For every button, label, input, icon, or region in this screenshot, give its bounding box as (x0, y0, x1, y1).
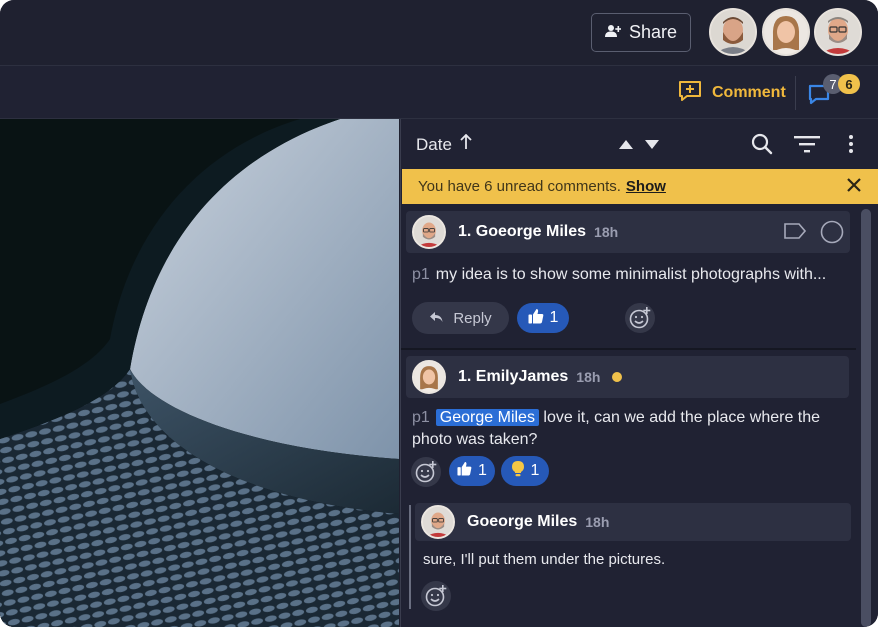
thumbs-up-reaction[interactable]: 1 (517, 303, 569, 333)
add-comment-button[interactable]: Comment (678, 79, 786, 107)
panel-toolbar: Date (401, 119, 878, 169)
filter-button[interactable] (794, 133, 820, 155)
sort-label: Date (416, 134, 452, 154)
caret-up-icon (619, 139, 633, 149)
thumbs-up-icon (528, 308, 544, 329)
avatar (412, 215, 446, 249)
page-ref[interactable]: p1 (412, 266, 430, 283)
lightbulb-icon (511, 460, 525, 482)
comment-header: 1. Goeorge Miles 18h (406, 211, 850, 253)
comment-text-line2: photo was taken? (412, 431, 538, 448)
avatar-george[interactable] (709, 8, 757, 56)
unread-count-badge: 6 (838, 74, 860, 94)
user-mention[interactable]: George Miles (435, 409, 539, 426)
add-emoji-icon (629, 307, 651, 329)
reaction-count: 1 (549, 309, 559, 326)
top-bar: Share (0, 0, 878, 66)
previous-comment-button[interactable] (617, 136, 635, 152)
filter-icon (794, 136, 820, 153)
add-reaction-button[interactable] (411, 457, 441, 487)
avatar-emily[interactable] (762, 8, 810, 56)
reaction-count: 1 (530, 462, 540, 479)
app-window: Share Comment 7 6 Date You have 6 unread… (0, 0, 878, 627)
reply-button[interactable]: Reply (412, 302, 509, 334)
close-banner-button[interactable] (846, 177, 862, 197)
comment-author[interactable]: 1. EmilyJames (458, 368, 568, 386)
comments-panel: Date You have 6 unread comments. Show 1.… (400, 119, 878, 627)
comment-text-line1: love it, can we add the place where the (543, 409, 821, 426)
add-reaction-button[interactable] (421, 581, 451, 611)
unread-indicator (612, 372, 623, 382)
unread-banner: You have 6 unread comments. Show (402, 169, 878, 204)
comment-toolbar: Comment 7 6 (0, 66, 878, 119)
reply-header: Goeorge Miles 18h (415, 503, 851, 541)
comment-body: p1 George Miles love it, can we add the p… (412, 407, 852, 451)
more-vertical-icon (849, 135, 853, 153)
add-user-icon (604, 22, 622, 43)
more-options-button[interactable] (845, 133, 857, 155)
comment-header: 1. EmilyJames 18h (406, 356, 849, 398)
comment-time: 18h (576, 369, 601, 385)
comment-text: my idea is to show some minimalist photo… (435, 266, 827, 283)
close-icon (847, 178, 861, 192)
comment-body: p1 my idea is to show some minimalist pho… (412, 264, 852, 286)
document-photo (0, 119, 399, 627)
page-ref[interactable]: p1 (412, 409, 430, 426)
comment-separator (401, 348, 856, 350)
caret-down-icon (645, 139, 659, 149)
avatar-glasses-man[interactable] (814, 8, 862, 56)
reply-time: 18h (585, 514, 610, 530)
next-comment-button[interactable] (643, 136, 661, 152)
comment-label: Comment (712, 84, 786, 101)
reply-label: Reply (453, 309, 492, 327)
show-unread-link[interactable]: Show (626, 178, 666, 195)
resolve-circle-icon[interactable] (820, 220, 844, 249)
add-reaction-button[interactable] (625, 303, 655, 333)
comment-author[interactable]: 1. Goeorge Miles (458, 223, 586, 241)
toolbar-divider (795, 76, 796, 110)
share-label: Share (628, 22, 678, 42)
avatar (421, 505, 455, 539)
reply-author[interactable]: Goeorge Miles (467, 513, 577, 531)
unread-banner-text: You have 6 unread comments. (418, 178, 621, 195)
comment-time: 18h (594, 224, 619, 240)
add-emoji-icon (415, 461, 437, 483)
comments-scrollbar[interactable] (861, 209, 871, 627)
label-tag-icon[interactable] (784, 223, 807, 244)
avatar (412, 360, 446, 394)
reply-arrow-icon (429, 310, 443, 327)
thread-line (409, 505, 411, 609)
arrow-up-icon (460, 133, 472, 155)
share-button[interactable]: Share (591, 13, 691, 52)
thumbs-up-icon (457, 461, 472, 481)
scrollbar-thumb[interactable] (861, 209, 871, 627)
add-comment-icon (678, 80, 702, 107)
lightbulb-reaction[interactable]: 1 (501, 456, 549, 486)
reply-text: sure, I'll put them under the pictures. (423, 551, 666, 568)
add-emoji-icon (425, 585, 447, 607)
search-button[interactable] (750, 132, 774, 156)
reaction-count: 1 (478, 462, 487, 479)
thumbs-up-reaction[interactable]: 1 (449, 456, 495, 486)
sort-by-date[interactable]: Date (416, 133, 472, 155)
search-icon (751, 133, 773, 155)
